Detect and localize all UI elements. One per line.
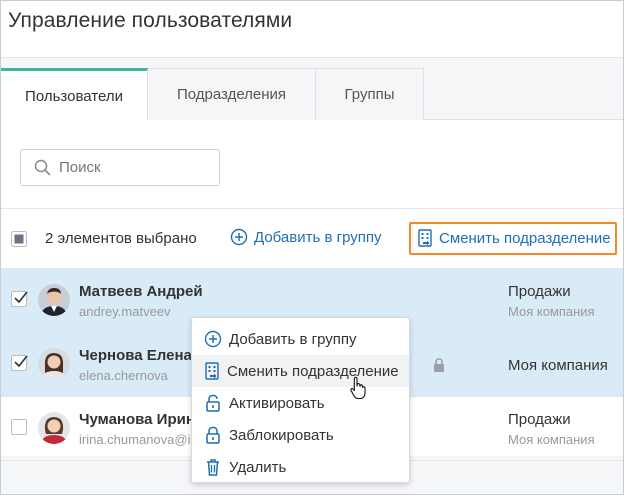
add-to-group-label: Добавить в группу: [254, 228, 382, 246]
row-checkbox[interactable]: [11, 419, 27, 435]
building-icon: [418, 229, 432, 247]
menu-item-block[interactable]: Заблокировать: [192, 419, 409, 451]
user-login: andrey.matveev: [79, 304, 171, 319]
tab-departments[interactable]: Подразделения: [148, 68, 316, 120]
user-department: Продажи: [508, 283, 571, 300]
tab-groups[interactable]: Группы: [316, 68, 424, 120]
menu-item-add-to-group[interactable]: Добавить в группу: [192, 323, 409, 355]
change-department-label: Сменить подразделение: [439, 230, 611, 247]
building-icon: [205, 361, 219, 380]
avatar: [38, 412, 70, 444]
row-checkbox[interactable]: [11, 291, 28, 307]
menu-item-delete[interactable]: Удалить: [192, 451, 409, 483]
change-department-button[interactable]: Сменить подразделение: [409, 222, 617, 255]
add-to-group-button[interactable]: Добавить в группу: [230, 228, 382, 246]
user-name[interactable]: Чернова Елена: [79, 347, 192, 364]
lock-icon: [206, 426, 220, 444]
tab-bar: Пользователи Подразделения Группы: [1, 68, 623, 121]
page-header: Управление пользователями: [1, 1, 623, 58]
avatar: [38, 348, 70, 380]
search-icon: [34, 159, 51, 176]
context-menu: Добавить в группу Сменить подразделение …: [191, 317, 410, 483]
checkmark-icon: [14, 291, 28, 304]
user-management-window: Управление пользователями Пользователи П…: [0, 0, 624, 495]
unlock-icon: [206, 394, 220, 412]
user-login: irina.chumanova@i: [79, 432, 191, 447]
search-box[interactable]: [20, 149, 220, 186]
user-company: Моя компания: [508, 432, 595, 447]
trash-icon: [207, 459, 219, 476]
bulk-actions-toolbar: 2 элементов выбрано Добавить в группу См…: [1, 208, 623, 269]
menu-item-activate[interactable]: Активировать: [192, 387, 409, 419]
select-all-checkbox[interactable]: [11, 231, 27, 247]
row-checkbox[interactable]: [11, 355, 28, 371]
user-company: Моя компания: [508, 357, 608, 374]
menu-item-change-department[interactable]: Сменить подразделение: [192, 355, 409, 387]
selected-count: 2 элементов выбрано: [45, 230, 197, 247]
user-department: Продажи: [508, 411, 571, 428]
hand-cursor-icon: [350, 376, 366, 400]
page-title: Управление пользователями: [8, 9, 293, 32]
menu-item-label: Активировать: [229, 394, 325, 412]
checkmark-icon: [14, 355, 28, 368]
plus-circle-icon: [230, 228, 248, 246]
user-company: Моя компания: [508, 304, 595, 319]
plus-circle-icon: [204, 330, 222, 348]
user-name[interactable]: Чуманова Ирин: [79, 411, 195, 428]
menu-item-label: Удалить: [229, 458, 287, 476]
user-login: elena.chernova: [79, 368, 168, 383]
search-input[interactable]: [59, 159, 199, 176]
avatar: [38, 284, 70, 316]
user-name[interactable]: Матвеев Андрей: [79, 283, 203, 300]
menu-item-label: Добавить в группу: [229, 330, 357, 348]
tab-users[interactable]: Пользователи: [1, 68, 148, 121]
lock-icon: [434, 358, 444, 372]
menu-item-label: Заблокировать: [229, 426, 334, 444]
menu-item-label: Сменить подразделение: [227, 362, 399, 380]
